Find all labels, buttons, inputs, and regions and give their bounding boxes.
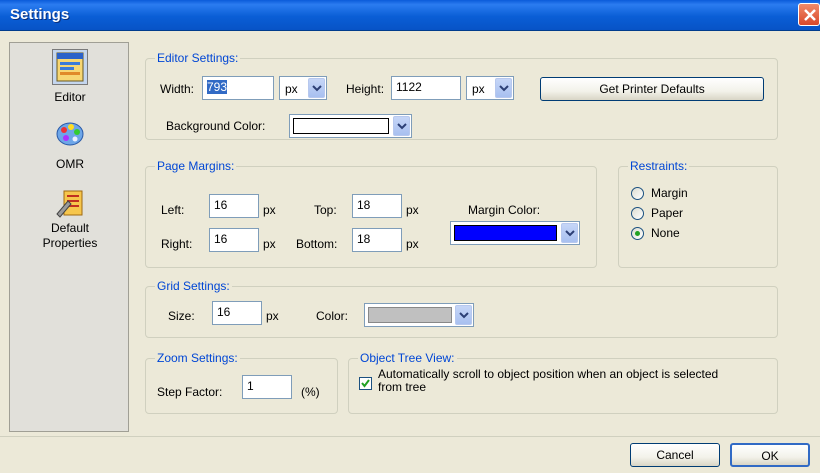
right-margin-unit: px	[263, 237, 276, 251]
left-margin-label: Left:	[161, 203, 185, 217]
radio-margin[interactable]	[631, 187, 644, 200]
bottom-margin-input[interactable]: 18	[352, 228, 402, 252]
autoscroll-checkbox[interactable]	[359, 377, 372, 390]
sidebar-item-label: Editor	[54, 90, 86, 104]
background-color-label: Background Color:	[166, 119, 266, 133]
bottom-margin-unit: px	[406, 237, 419, 251]
height-input[interactable]: 1122	[391, 76, 461, 100]
grid-size-unit: px	[266, 309, 279, 323]
top-margin-unit: px	[406, 203, 419, 217]
chevron-down-icon	[499, 85, 509, 92]
grid-size-input[interactable]: 16	[212, 301, 262, 325]
margin-color-label: Margin Color:	[468, 203, 541, 217]
grid-color-select[interactable]	[364, 303, 474, 327]
zoom-settings-legend: Zoom Settings:	[155, 351, 240, 365]
object-tree-view-legend: Object Tree View:	[358, 351, 457, 365]
zoom-settings-group: Zoom Settings: Step Factor: 1 (%)	[145, 351, 338, 414]
top-margin-input[interactable]: 18	[352, 194, 402, 218]
bottom-margin-label: Bottom:	[296, 237, 338, 251]
sidebar-item-label: Default Properties	[42, 221, 98, 250]
right-margin-input[interactable]: 16	[209, 228, 259, 252]
palette-icon	[56, 122, 84, 146]
restraints-legend: Restraints:	[628, 159, 690, 173]
chevron-down-icon	[459, 312, 469, 319]
ok-button[interactable]: OK	[730, 443, 810, 467]
right-margin-label: Right:	[161, 237, 193, 251]
grid-color-label: Color:	[316, 309, 349, 323]
height-label: Height:	[346, 82, 385, 96]
title-bar: Settings	[0, 0, 820, 31]
top-margin-label: Top:	[314, 203, 337, 217]
left-margin-input[interactable]: 16	[209, 194, 259, 218]
grid-color-swatch	[368, 307, 452, 323]
chevron-down-icon	[312, 85, 322, 92]
cancel-button[interactable]: Cancel	[630, 443, 720, 467]
editor-settings-group: Editor Settings: Width: 793 px Height: 1…	[145, 51, 778, 140]
restraints-group: Restraints: Margin Paper None	[618, 159, 778, 268]
margin-color-select[interactable]	[450, 221, 580, 245]
close-button[interactable]	[798, 3, 820, 26]
chevron-down-icon	[397, 123, 407, 130]
background-color-swatch	[293, 118, 389, 134]
width-unit-select[interactable]: px	[279, 76, 327, 100]
step-factor-input[interactable]: 1	[242, 375, 292, 399]
chevron-down-icon	[565, 230, 575, 237]
checkmark-icon	[361, 379, 370, 388]
radio-paper[interactable]	[631, 207, 644, 220]
grid-size-label: Size:	[168, 309, 195, 323]
sidebar-item-editor[interactable]: Editor	[10, 49, 130, 104]
grid-settings-legend: Grid Settings:	[155, 279, 232, 293]
dialog-button-bar: Cancel OK	[0, 436, 820, 473]
grid-settings-group: Grid Settings: Size: 16 px Color:	[145, 279, 778, 338]
left-margin-unit: px	[263, 203, 276, 217]
sidebar-item-label: OMR	[56, 157, 84, 171]
margin-color-swatch	[454, 225, 557, 241]
height-unit-select[interactable]: px	[466, 76, 514, 100]
width-input[interactable]: 793	[202, 76, 274, 100]
window-title: Settings	[10, 6, 70, 23]
editor-settings-legend: Editor Settings:	[155, 51, 241, 65]
properties-icon	[56, 190, 83, 218]
step-factor-label: Step Factor:	[157, 385, 223, 399]
page-margins-legend: Page Margins:	[155, 159, 237, 173]
background-color-select[interactable]	[289, 114, 412, 138]
autoscroll-label: Automatically scroll to object position …	[378, 367, 719, 394]
get-printer-defaults-button[interactable]: Get Printer Defaults	[540, 77, 764, 101]
editor-icon	[56, 52, 84, 82]
radio-none[interactable]	[631, 227, 644, 240]
step-factor-unit: (%)	[301, 385, 320, 399]
sidebar-item-omr[interactable]: OMR	[10, 117, 130, 171]
width-label: Width:	[160, 82, 195, 96]
close-icon	[804, 9, 816, 21]
sidebar-item-default-properties[interactable]: Default Properties	[10, 187, 130, 251]
settings-sidebar: Editor OMR Default Properties	[9, 42, 129, 432]
object-tree-view-group: Object Tree View: Automatically scroll t…	[348, 351, 778, 414]
page-margins-group: Page Margins: Left: 16 px Top: 18 px Mar…	[145, 159, 597, 268]
settings-content: Editor Settings: Width: 793 px Height: 1…	[130, 42, 810, 432]
